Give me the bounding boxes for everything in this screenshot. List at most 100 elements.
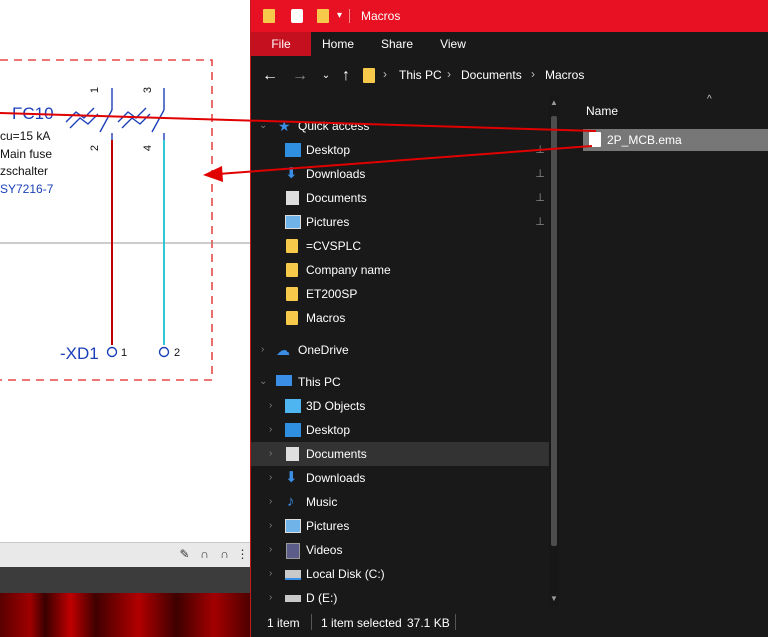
pin-icon[interactable]: ⊥ [535,138,545,162]
nav-pictures[interactable]: › Pictures [251,514,549,538]
nav-music[interactable]: › ♪ Music [251,490,549,514]
device-tag: FC10 [12,104,54,123]
breadcrumb-documents[interactable]: Documents [461,68,522,82]
terminal-1-symbol [106,346,118,358]
description-line-1: Main fuse [0,147,53,161]
chevron-right-icon[interactable]: › [269,538,279,562]
back-arrow-icon[interactable]: ← [261,66,279,86]
pin-icon[interactable]: ⊥ [535,162,545,186]
download-icon: ⬇ [285,469,298,486]
tab-view[interactable]: View [435,32,471,56]
chevron-right-icon[interactable]: › [269,562,279,586]
nav-label: Desktop [306,423,351,437]
documents-icon [286,447,299,461]
item-count: 1 item [267,616,300,630]
properties-icon[interactable] [291,9,303,23]
tab-file[interactable]: File [251,32,311,56]
nav-label: Pictures [306,519,350,533]
file-list-pane: Name ^ 2P_MCB.ema [567,94,768,606]
pen-icon[interactable]: ✎ [178,547,191,561]
chevron-right-icon[interactable]: › [261,338,271,362]
chevron-down-icon[interactable]: ⌄ [259,114,269,138]
nav-label: Videos [306,543,343,557]
desktop-icon [285,423,301,437]
nav-3d-objects[interactable]: › 3D Objects [251,394,549,418]
tab-share[interactable]: Share [377,32,417,56]
computer-icon [276,375,292,386]
drive-icon [285,595,301,602]
cloud-icon: ☁ [276,342,290,358]
disk-icon [285,570,301,580]
window-title: Macros [361,9,401,23]
snap-icon[interactable]: ∩ [218,547,231,561]
nav-onedrive[interactable]: › ☁ OneDrive [251,338,549,362]
breaker-symbol [65,88,165,140]
nav-downloads-quick[interactable]: ⬇ Downloads ⊥ [251,162,549,186]
nav-label: Pictures [306,215,350,229]
pin-top-3: 3 [142,86,155,94]
nav-pictures-quick[interactable]: Pictures ⊥ [251,210,549,234]
nav-videos[interactable]: › Videos [251,538,549,562]
chevron-right-icon[interactable]: › [269,490,279,514]
file-name: 2P_MCB.ema [607,133,682,147]
pin-icon[interactable]: ⊥ [535,186,545,210]
file-item[interactable]: 2P_MCB.ema [583,129,768,151]
folder-icon [263,9,275,23]
part-number: SY7216-7 [0,182,54,196]
nav-company-name[interactable]: Company name [251,258,549,282]
nav-label: Documents [306,447,367,461]
nav-desktop[interactable]: › Desktop [251,418,549,442]
scroll-up-icon[interactable]: ▲ [549,98,559,107]
nav-label: Company name [306,263,391,277]
status-divider [311,614,312,630]
new-folder-icon[interactable] [317,9,329,23]
nav-quick-access[interactable]: ⌄ ★ Quick access [251,114,549,138]
chevron-right-icon[interactable]: › [269,394,279,418]
ribbon-tabs: File Home Share View [251,32,768,56]
navigation-pane: ⌄ ★ Quick access Desktop ⊥ ⬇ Downloads ⊥… [251,96,559,606]
chevron-down-icon[interactable]: ⌄ [259,370,269,394]
breadcrumb-macros[interactable]: Macros [545,68,584,82]
videos-icon [286,543,300,559]
nav-documents-quick[interactable]: Documents ⊥ [251,186,549,210]
cube-icon [285,399,301,413]
quick-access-dropdown-icon[interactable]: ▾ [337,8,342,24]
status-divider [455,614,456,630]
chevron-right-icon[interactable]: › [269,466,279,490]
title-bar: ▾ Macros [251,0,768,32]
nav-desktop-quick[interactable]: Desktop ⊥ [251,138,549,162]
up-arrow-icon[interactable]: ↑ [337,66,355,86]
address-bar[interactable]: › This PC › Documents › Macros [359,62,768,90]
recent-locations-chevron-icon[interactable]: ⌄ [317,66,335,86]
pin-icon[interactable]: ⊥ [535,210,545,234]
scroll-down-icon[interactable]: ▼ [549,594,559,603]
tab-home[interactable]: Home [317,32,359,56]
nav-label: OneDrive [298,343,349,357]
forward-arrow-icon[interactable]: → [291,66,309,86]
folder-icon [286,263,298,277]
breadcrumb-this-pc[interactable]: This PC [399,68,442,82]
chevron-right-icon[interactable]: › [269,418,279,442]
nav-this-pc[interactable]: ⌄ This PC [251,370,549,394]
taskbar-background [0,593,252,637]
navigation-scrollbar[interactable]: ▲ ▼ [549,96,559,606]
nav-downloads[interactable]: › ⬇ Downloads [251,466,549,490]
nav-label: Quick access [298,119,370,133]
magnet-icon[interactable]: ∩ [198,547,211,561]
column-header-name[interactable]: Name [586,104,618,118]
nav-macros[interactable]: Macros [251,306,549,330]
nav-documents[interactable]: › Documents [251,442,549,466]
nav-local-disk-c[interactable]: › Local Disk (C:) [251,562,549,586]
scrollbar-thumb[interactable] [551,116,557,546]
nav-et200sp[interactable]: ET200SP [251,282,549,306]
grid-icon[interactable]: ⋮ [236,547,249,561]
nav-label: Documents [306,191,367,205]
nav-cvsplc[interactable]: =CVSPLC [251,234,549,258]
cad-toolbar [0,542,252,568]
nav-label: Desktop [306,143,351,157]
desktop-icon [285,143,301,157]
breadcrumb-separator: › [447,67,451,81]
star-icon: ★ [278,118,291,134]
chevron-right-icon[interactable]: › [269,514,279,538]
chevron-right-icon[interactable]: › [269,442,279,466]
